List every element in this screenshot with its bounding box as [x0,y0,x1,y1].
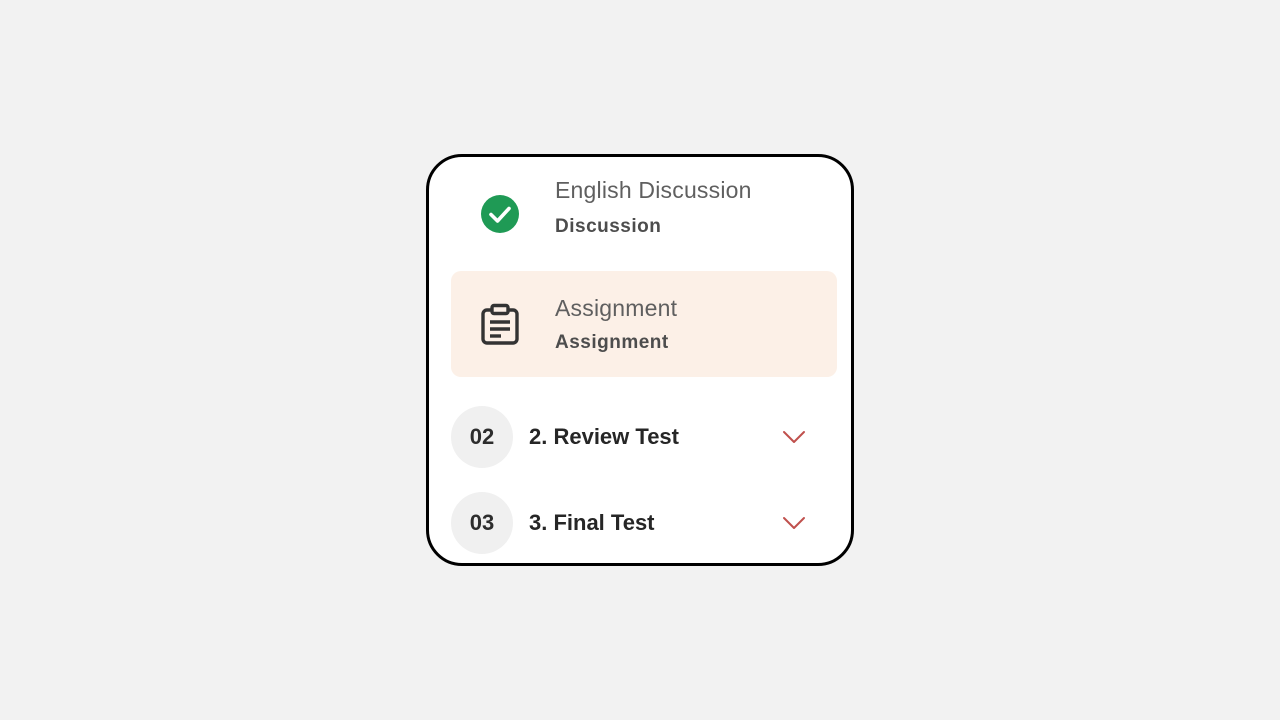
section-final-test[interactable]: 03 3. Final Test [451,491,837,555]
course-outline-card: English Discussion Discussion Assignment… [426,154,854,566]
lesson-type: Discussion [555,215,662,237]
section-number-badge: 02 [451,406,513,468]
completed-status [453,194,547,234]
lesson-item-english-discussion[interactable]: English Discussion Discussion [451,171,837,257]
section-review-test[interactable]: 02 2. Review Test [451,405,837,469]
chevron-down-icon [783,431,805,443]
section-title: 2. Review Test [529,424,679,449]
clipboard-icon [481,303,519,345]
check-circle-icon [481,195,519,233]
chevron-down-icon [783,517,805,529]
expand-section-toggle[interactable] [779,508,809,538]
assignment-icon-wrap [453,302,547,346]
lesson-title: English Discussion [555,176,752,203]
lesson-type: Assignment [555,331,669,353]
lesson-text: English Discussion Discussion [555,177,752,244]
section-number-badge: 03 [451,492,513,554]
lesson-text: Assignment Assignment [555,295,677,354]
lesson-title: Assignment [555,294,678,321]
lesson-item-assignment[interactable]: Assignment Assignment [451,271,837,377]
expand-section-toggle[interactable] [779,422,809,452]
section-title: 3. Final Test [529,510,655,535]
